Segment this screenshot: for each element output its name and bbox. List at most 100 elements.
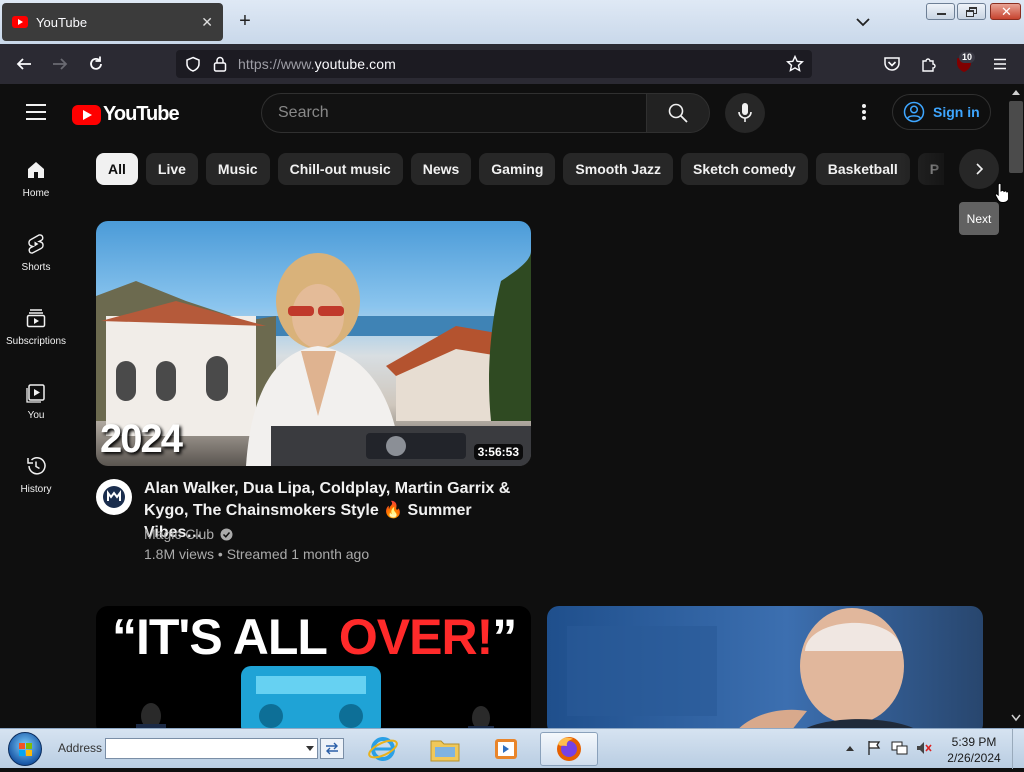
search-icon [668,103,688,123]
guide-item-home[interactable]: Home [0,142,72,216]
volume-muted-icon[interactable] [915,740,933,756]
scrollbar-thumb[interactable] [1009,101,1023,173]
new-tab-button[interactable]: + [235,10,255,33]
extension-badge: 10 [959,52,976,63]
guide-label-you: You [27,410,45,421]
back-button[interactable] [12,52,36,76]
close-tab-icon[interactable]: ✕ [201,14,213,31]
dropdown-arrow-icon[interactable] [306,746,314,752]
browser-window: YouTube ✕ + ✕ https://www.youtube.com 10… [0,0,1024,728]
clock-date: 2/26/2024 [947,751,1001,765]
app-menu-button[interactable] [988,52,1012,76]
guide-item-shorts[interactable]: Shorts [0,216,72,290]
video-thumbnail[interactable]: 2024 3:56:53 [96,221,531,466]
filter-chips-bar: All Live Music Chill-out music News Gaming Smo… [96,153,944,185]
tray-expand-icon[interactable] [845,744,855,752]
guide-item-you[interactable]: You [0,364,72,438]
taskbar-internet-explorer[interactable] [361,732,405,766]
video-thumbnail-2[interactable]: “IT'S ALL OVER!” [96,606,531,728]
taskbar-firefox[interactable] [540,732,598,766]
url-text[interactable]: https://www.youtube.com [238,56,396,72]
guide-item-history[interactable]: History [0,438,72,512]
chip-all[interactable]: All [96,153,138,185]
you-icon [24,380,48,404]
youtube-logo[interactable]: YouTube [72,103,180,126]
youtube-play-icon [72,104,101,125]
system-clock[interactable]: 5:39 PM 2/26/2024 [944,734,1004,766]
lock-icon[interactable] [212,55,228,73]
history-icon [24,454,48,478]
restore-button[interactable] [957,3,986,20]
guide-label-history: History [20,484,52,495]
page-scrollbar[interactable] [1008,84,1024,728]
address-toolbar-input[interactable] [105,738,318,759]
home-icon [24,158,48,182]
chip-sketch-comedy[interactable]: Sketch comedy [681,153,808,185]
taskbar-media-player[interactable] [484,732,528,766]
sign-in-label: Sign in [933,104,980,120]
scroll-up-arrow-icon[interactable] [1011,88,1021,96]
list-all-tabs-button[interactable] [853,12,873,32]
puzzle-icon [922,58,936,72]
extensions-button[interactable] [917,52,941,76]
chip-live[interactable]: Live [145,153,198,185]
chips-fade [900,149,960,189]
windows-logo-icon [19,743,32,756]
magic-club-logo-icon [103,486,125,508]
start-button[interactable] [8,732,42,766]
guide-item-subscriptions[interactable]: Subscriptions [0,290,72,364]
microphone-icon [738,103,752,122]
search-input[interactable] [278,104,618,122]
chip-basketball[interactable]: Basketball [815,153,910,185]
youtube-page: YouTube Sign in Home Shorts [0,84,1024,728]
logo-text: YouTube [103,103,180,125]
close-window-button[interactable]: ✕ [990,3,1021,20]
settings-more-button[interactable] [854,102,874,122]
url-domain: youtube.com [314,56,396,72]
arrow-left-icon [16,58,31,70]
url-bar[interactable]: https://www.youtube.com [176,50,812,78]
forward-button[interactable] [48,52,72,76]
masthead: YouTube Sign in [0,84,1005,140]
address-toolbar-label: Address [58,741,103,755]
internet-explorer-icon [368,737,398,761]
chips-next-button[interactable] [959,149,999,189]
verified-badge-icon [220,528,233,540]
guide-menu-button[interactable] [26,104,46,120]
folder-icon [430,740,460,762]
sign-in-button[interactable]: Sign in [892,94,991,130]
shield-icon[interactable] [185,56,201,72]
channel-name[interactable]: Magic Club [144,526,214,542]
chip-news[interactable]: News [410,153,472,185]
reload-button[interactable] [84,52,108,76]
pocket-button[interactable] [880,52,904,76]
guide-label-home: Home [22,188,50,199]
chip-smooth-jazz[interactable]: Smooth Jazz [563,153,673,185]
tab-youtube[interactable]: YouTube ✕ [2,3,223,41]
voice-search-button[interactable] [725,93,765,133]
video-thumbnail-3[interactable] [547,606,983,728]
chip-chill-out-music[interactable]: Chill-out music [277,153,403,185]
channel-name-row[interactable]: Magic Club [144,526,233,542]
chip-music[interactable]: Music [205,153,270,185]
chip-gaming[interactable]: Gaming [479,153,556,185]
chevron-right-icon [976,163,984,175]
scroll-down-arrow-icon[interactable] [1011,714,1021,722]
clock-time: 5:39 PM [951,735,997,749]
search-box[interactable] [261,93,646,133]
action-center-flag-icon[interactable] [866,740,882,756]
minimize-button[interactable] [926,3,955,20]
firefox-icon [557,737,581,761]
network-icon[interactable] [890,740,908,756]
media-player-icon [495,739,517,759]
taskbar-file-explorer[interactable] [423,732,467,766]
video-duration: 3:56:53 [473,444,523,460]
address-go-button[interactable] [320,738,344,759]
hamburger-menu-icon [994,58,1006,70]
search-button[interactable] [646,93,710,133]
show-desktop-button[interactable] [1012,729,1024,769]
bookmark-star-icon[interactable] [786,55,804,73]
windows-taskbar: Address 5:39 PM 2/26/2024 [0,728,1024,769]
channel-avatar[interactable] [96,479,132,515]
arrow-right-icon [53,58,68,70]
